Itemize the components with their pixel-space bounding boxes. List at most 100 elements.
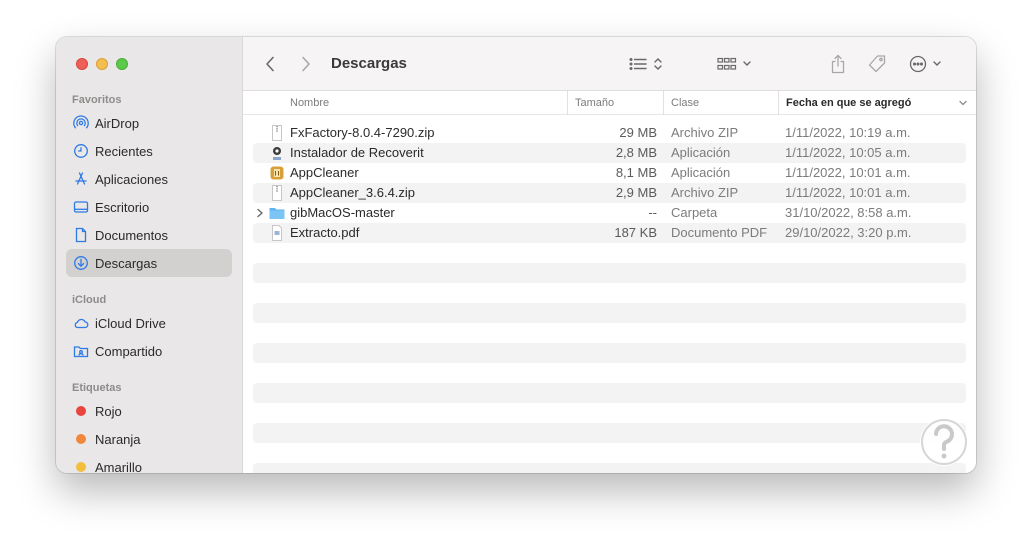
window-title: Descargas <box>331 55 407 72</box>
grid-group-icon <box>717 57 751 70</box>
applications-icon <box>73 171 89 187</box>
file-name: gibMacOS-master <box>290 205 395 220</box>
document-icon <box>73 227 89 243</box>
file-size: 2,8 MB <box>615 145 657 160</box>
disclosure-triangle-icon[interactable] <box>256 208 264 218</box>
tag-icon <box>868 55 886 73</box>
empty-row <box>253 383 966 403</box>
back-button[interactable] <box>261 37 279 91</box>
forward-button[interactable] <box>297 37 315 91</box>
empty-row <box>253 443 966 463</box>
file-date-added: 1/11/2022, 10:01 a.m. <box>785 185 911 200</box>
group-button[interactable] <box>715 37 755 91</box>
yellow-tag-dot-icon <box>76 462 86 472</box>
sidebar-item-label: AirDrop <box>95 115 140 131</box>
empty-row <box>253 403 966 423</box>
sidebar-item-label: Naranja <box>95 431 141 447</box>
file-size: 2,9 MB <box>615 185 657 200</box>
minimize-window-button[interactable] <box>96 58 108 70</box>
file-kind: Archivo ZIP <box>671 125 739 140</box>
file-date-added: 29/10/2022, 3:20 p.m. <box>785 225 912 240</box>
file-size: 8,1 MB <box>615 165 657 180</box>
ellipsis-circle-icon <box>909 55 941 73</box>
file-date-added: 1/11/2022, 10:19 a.m. <box>785 125 911 140</box>
empty-row <box>253 263 966 283</box>
downloads-icon <box>73 255 89 271</box>
sidebar-item-documentos[interactable]: Documentos <box>66 221 232 249</box>
tag-button[interactable] <box>866 37 888 91</box>
sidebar-tag-rojo[interactable]: Rojo <box>66 397 232 425</box>
sort-descending-chevron-icon <box>959 100 967 106</box>
file-name: AppCleaner_3.6.4.zip <box>290 185 416 200</box>
share-button[interactable] <box>829 37 847 91</box>
shared-folder-icon <box>73 343 89 359</box>
file-row[interactable]: gibMacOS-master -- Carpeta 31/10/2022, 8… <box>253 203 966 223</box>
empty-row <box>253 363 966 383</box>
desktop-icon <box>73 199 89 215</box>
sidebar-item-recientes[interactable]: Recientes <box>66 137 232 165</box>
column-kind[interactable]: Clase <box>663 91 699 115</box>
window-controls <box>76 58 128 70</box>
sidebar: Favoritos AirDrop Recientes Aplicaciones… <box>56 37 243 473</box>
zoom-window-button[interactable] <box>116 58 128 70</box>
sidebar-section-etiquetas: Etiquetas <box>72 382 122 394</box>
empty-row <box>253 323 966 343</box>
empty-row <box>253 343 966 363</box>
file-name: Instalador de Recoverit <box>290 145 424 160</box>
file-row[interactable]: FxFactory-8.0.4-7290.zip 29 MB Archivo Z… <box>253 123 966 143</box>
zip-file-icon <box>272 125 282 141</box>
sidebar-item-label: Recientes <box>95 143 153 159</box>
file-kind: Documento PDF <box>671 225 768 240</box>
sidebar-item-descargas[interactable]: Descargas <box>66 249 232 277</box>
sidebar-item-airdrop[interactable]: AirDrop <box>66 109 232 137</box>
column-name[interactable]: Nombre <box>290 91 329 115</box>
close-window-button[interactable] <box>76 58 88 70</box>
file-row[interactable]: Instalador de Recoverit 2,8 MB Aplicació… <box>253 143 966 163</box>
file-row[interactable]: Extracto.pdf 187 KB Documento PDF 29/10/… <box>253 223 966 243</box>
sidebar-item-label: iCloud Drive <box>95 315 166 331</box>
file-name: Extracto.pdf <box>290 225 360 240</box>
column-size[interactable]: Tamaño <box>567 91 614 115</box>
column-date-added[interactable]: Fecha en que se agregó <box>778 91 911 115</box>
file-kind: Carpeta <box>671 205 718 220</box>
column-header: Nombre Tamaño Clase Fecha en que se agre… <box>243 91 976 115</box>
file-row[interactable]: AppCleaner 8,1 MB Aplicación 1/11/2022, … <box>253 163 966 183</box>
sidebar-section-icloud: iCloud <box>72 294 107 306</box>
sidebar-item-label: Compartido <box>95 343 163 359</box>
airdrop-icon <box>73 115 89 131</box>
chevron-right-icon <box>302 56 310 72</box>
sidebar-item-label: Documentos <box>95 227 168 243</box>
main-content: Descargas Nombre Tamaño Clase Fecha en q… <box>243 37 976 473</box>
more-actions-button[interactable] <box>907 37 947 91</box>
sidebar-tag-amarillo[interactable]: Amarillo <box>66 453 232 473</box>
file-kind: Aplicación <box>671 165 731 180</box>
file-size: -- <box>648 205 657 220</box>
file-row[interactable]: AppCleaner_3.6.4.zip 2,9 MB Archivo ZIP … <box>253 183 966 203</box>
file-date-added: 1/11/2022, 10:01 a.m. <box>785 165 911 180</box>
sidebar-tag-naranja[interactable]: Naranja <box>66 425 232 453</box>
file-kind: Archivo ZIP <box>671 185 739 200</box>
list-view-icon <box>629 58 662 70</box>
clock-icon <box>73 143 89 159</box>
installer-app-icon <box>273 147 281 160</box>
view-list-button[interactable] <box>627 37 665 91</box>
sidebar-item-compartido[interactable]: Compartido <box>66 337 232 365</box>
sidebar-section-favoritos: Favoritos <box>72 94 122 106</box>
sidebar-item-label: Rojo <box>95 403 122 419</box>
empty-row <box>253 283 966 303</box>
cloud-icon <box>73 315 89 331</box>
finder-window: Favoritos AirDrop Recientes Aplicaciones… <box>56 37 976 473</box>
sidebar-item-icloud-drive[interactable]: iCloud Drive <box>66 309 232 337</box>
sidebar-item-aplicaciones[interactable]: Aplicaciones <box>66 165 232 193</box>
watermark-logo-icon <box>920 418 968 466</box>
file-date-added: 1/11/2022, 10:05 a.m. <box>785 145 911 160</box>
sidebar-item-label: Descargas <box>95 255 158 271</box>
empty-row <box>253 423 966 443</box>
chevron-left-icon <box>266 56 274 72</box>
sidebar-item-label: Aplicaciones <box>95 171 168 187</box>
sidebar-item-label: Escritorio <box>95 199 150 215</box>
sidebar-item-label: Amarillo <box>95 459 142 474</box>
file-date-added: 31/10/2022, 8:58 a.m. <box>785 205 912 220</box>
toolbar: Descargas <box>243 37 976 91</box>
sidebar-item-escritorio[interactable]: Escritorio <box>66 193 232 221</box>
